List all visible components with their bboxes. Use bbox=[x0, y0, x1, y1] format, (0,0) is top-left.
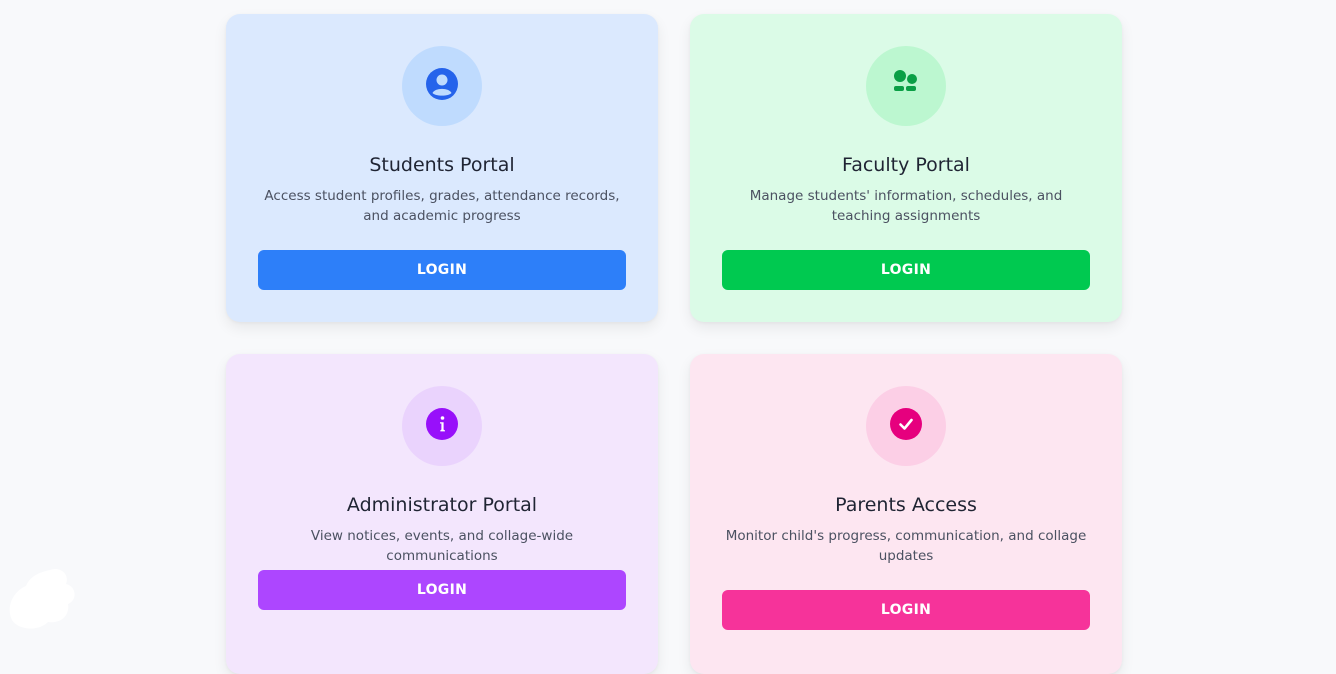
card-title: Administrator Portal bbox=[346, 494, 538, 516]
students-login-button[interactable]: LOGIN bbox=[258, 250, 626, 290]
user-circle-icon bbox=[425, 67, 459, 105]
card-title: Parents Access bbox=[835, 494, 977, 516]
portal-grid: Students Portal Access student profiles,… bbox=[226, 14, 1123, 674]
students-icon-badge bbox=[402, 46, 482, 126]
faculty-portal-card: Faculty Portal Manage students' informat… bbox=[690, 14, 1122, 322]
card-description: Monitor child's progress, communication,… bbox=[725, 528, 1087, 564]
users-group-icon bbox=[891, 69, 921, 103]
card-description: Access student profiles, grades, attenda… bbox=[264, 188, 620, 224]
administrator-icon-badge bbox=[402, 386, 482, 466]
card-description: Manage students' information, schedules,… bbox=[749, 188, 1063, 224]
decorative-blob bbox=[8, 566, 78, 632]
parents-access-card: Parents Access Monitor child's progress,… bbox=[690, 354, 1122, 674]
administrator-login-button[interactable]: LOGIN bbox=[258, 570, 626, 610]
card-title: Students Portal bbox=[369, 154, 515, 176]
check-circle-icon bbox=[890, 408, 922, 444]
administrator-portal-card: Administrator Portal View notices, event… bbox=[226, 354, 658, 674]
faculty-icon-badge bbox=[866, 46, 946, 126]
parents-login-button[interactable]: LOGIN bbox=[722, 590, 1090, 630]
students-portal-card: Students Portal Access student profiles,… bbox=[226, 14, 658, 322]
info-circle-icon bbox=[426, 408, 458, 444]
faculty-login-button[interactable]: LOGIN bbox=[722, 250, 1090, 290]
parents-icon-badge bbox=[866, 386, 946, 466]
card-title: Faculty Portal bbox=[842, 154, 970, 176]
card-description: View notices, events, and collage-wide c… bbox=[310, 528, 574, 564]
